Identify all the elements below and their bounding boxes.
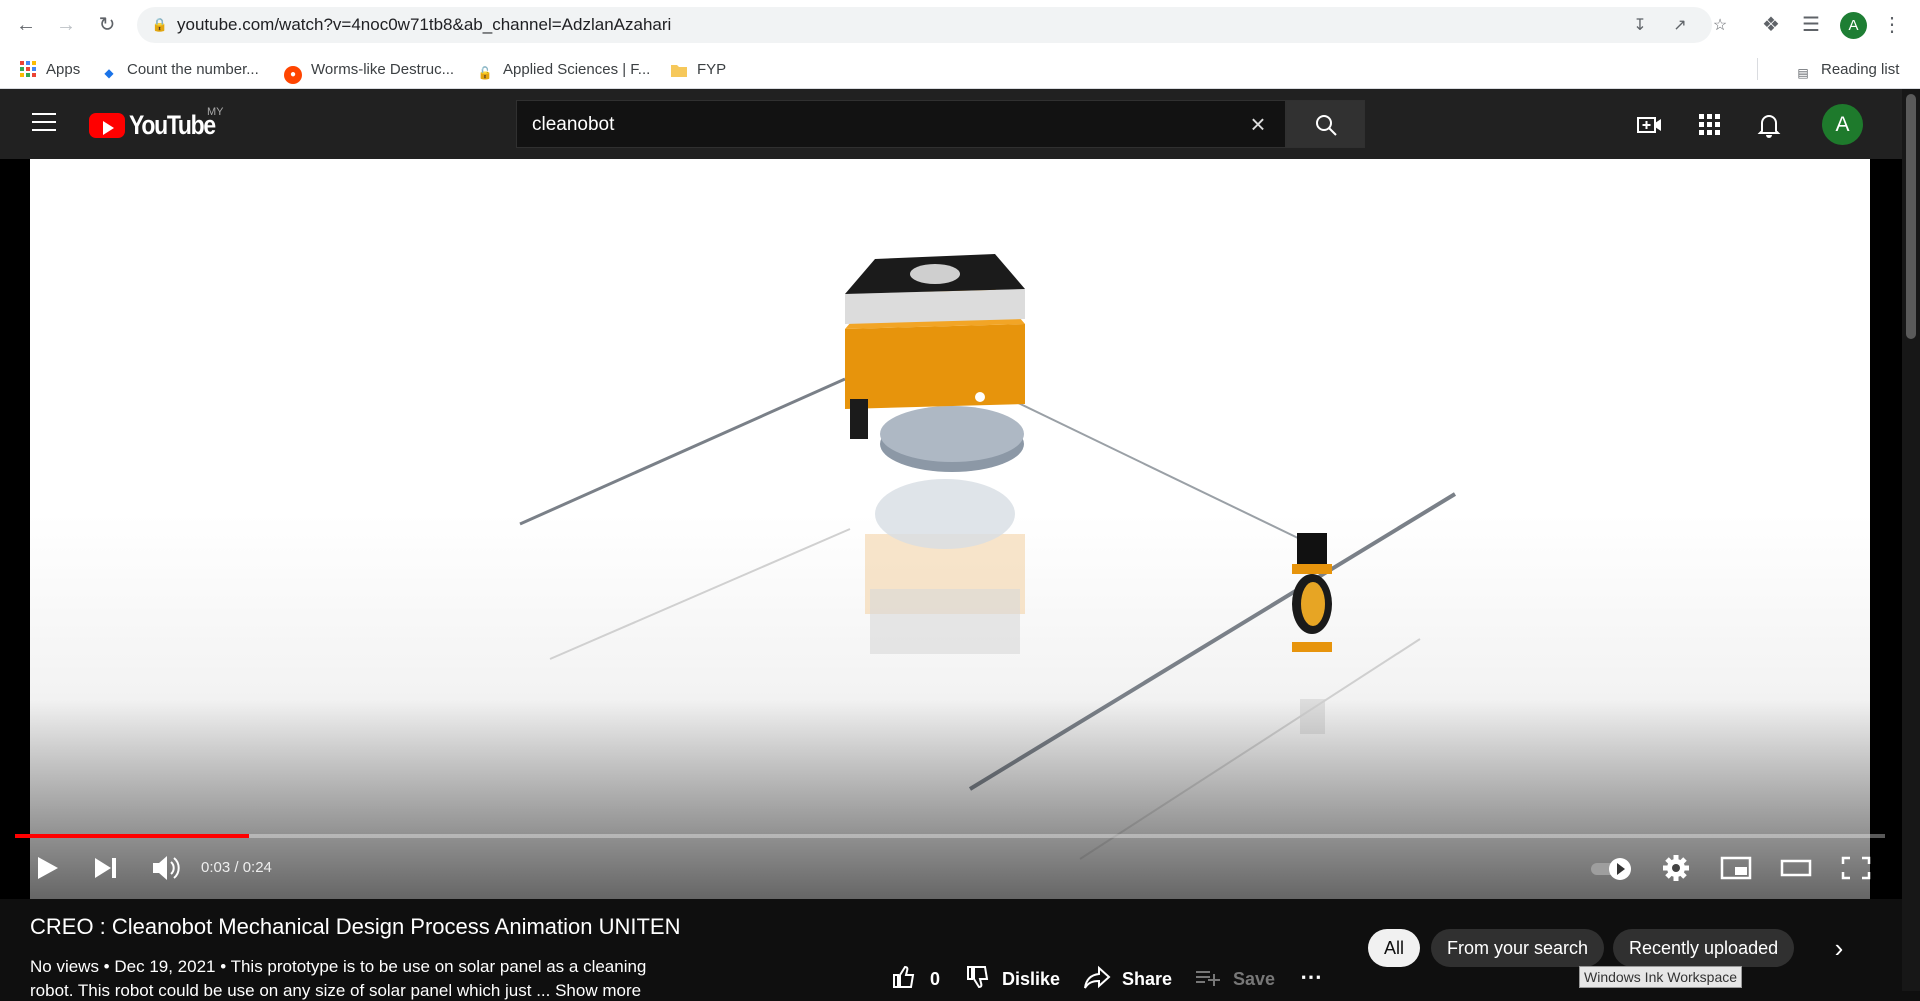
save-label: Save (1233, 969, 1276, 989)
search-input[interactable]: cleanobot × (516, 100, 1286, 148)
divider (1757, 58, 1758, 80)
reddit-icon: ● (284, 66, 302, 84)
play-button[interactable] (30, 848, 66, 888)
menu-icon[interactable] (32, 113, 56, 133)
progress-played (15, 834, 249, 838)
region-code: MY (207, 106, 224, 118)
bookmark-label: Apps (46, 61, 81, 78)
lock-icon: 🔓 (477, 66, 493, 80)
save-button[interactable]: Save (1194, 964, 1275, 994)
bookmark-count-number[interactable]: ◆ Count the number... (100, 59, 259, 81)
apps-icon[interactable] (1697, 112, 1723, 138)
install-icon[interactable]: ↧ (1629, 15, 1651, 37)
bookmark-applied-sciences[interactable]: 🔓 Applied Sciences | F... (476, 59, 651, 81)
bookmark-fyp[interactable]: FYP (670, 59, 726, 81)
fullscreen-button[interactable] (1838, 848, 1874, 888)
playlist-add-icon (1196, 971, 1220, 986)
tooltip: Windows Ink Workspace (1579, 966, 1743, 988)
dislike-label: Dislike (1002, 969, 1061, 989)
reload-icon[interactable]: ↻ (95, 13, 119, 37)
miniplayer-button[interactable] (1718, 848, 1754, 888)
reading-list-label: Reading list (1821, 61, 1900, 78)
bookmark-label: Count the number... (127, 61, 259, 78)
share-label: Share (1122, 969, 1173, 989)
progress-bar[interactable] (15, 834, 1885, 838)
back-arrow-icon[interactable]: ← (14, 13, 38, 37)
clear-search-icon[interactable]: × (1245, 111, 1271, 137)
next-button[interactable] (88, 848, 124, 888)
extensions-puzzle-icon[interactable]: ❖ (1759, 13, 1783, 37)
forward-arrow-icon[interactable]: → (54, 13, 78, 37)
bookmark-label: FYP (697, 61, 727, 78)
autoplay-toggle[interactable] (1589, 848, 1633, 888)
settings-button[interactable] (1658, 848, 1694, 888)
time-display: 0:03 / 0:24 (201, 859, 272, 876)
bookmark-apps[interactable]: Apps (19, 59, 80, 81)
media-queue-icon[interactable]: ☰ (1799, 13, 1823, 37)
address-bar[interactable]: 🔒 youtube.com/watch?v=4noc0w71tb8&ab_cha… (137, 7, 1727, 43)
lock-icon[interactable]: 🔒 (151, 16, 169, 34)
miniplayer-icon (1720, 856, 1752, 880)
account-avatar[interactable]: A (1822, 104, 1863, 145)
volume-icon (153, 856, 180, 880)
bookmark-label: Applied Sciences | F... (503, 61, 651, 78)
browser-toolbar: ← → ↻ 🔒 youtube.com/watch?v=4noc0w71tb8&… (0, 0, 1920, 50)
chip-from-your-search[interactable]: From your search (1431, 929, 1605, 967)
url-text[interactable]: youtube.com/watch?v=4noc0w71tb8&ab_chann… (177, 16, 671, 34)
browser-chrome: ← → ↻ 🔒 youtube.com/watch?v=4noc0w71tb8&… (0, 0, 1920, 89)
video-frame[interactable] (30, 159, 1870, 899)
bookmark-label: Worms-like Destruc... (311, 61, 455, 78)
theater-mode-icon (1780, 859, 1812, 877)
autoplay-toggle-icon (1591, 858, 1631, 880)
diamond-icon: ◆ (104, 66, 114, 80)
share-button[interactable]: Share (1083, 964, 1172, 994)
more-actions-icon[interactable]: ⋯ (1300, 964, 1322, 994)
chip-all[interactable]: All (1368, 929, 1421, 967)
folder-icon (670, 63, 688, 81)
share-icon (1084, 965, 1111, 989)
theater-mode-button[interactable] (1778, 848, 1814, 888)
page-scrollbar[interactable] (1902, 89, 1920, 991)
video-title: CREO : Cleanobot Mechanical Design Proce… (30, 914, 681, 939)
share-page-icon[interactable]: ↗ (1669, 15, 1691, 37)
video-description[interactable]: robot. This robot could be use on any si… (30, 981, 641, 1001)
play-icon (38, 857, 58, 879)
video-player[interactable]: 0:03 / 0:24 (0, 159, 1902, 899)
chip-recently-uploaded[interactable]: Recently uploaded (1613, 929, 1795, 967)
volume-button[interactable] (148, 848, 184, 888)
apps-grid-icon (19, 61, 37, 79)
video-metadata[interactable]: No views • Dec 19, 2021 • This prototype… (30, 957, 646, 977)
chevron-right-icon[interactable]: › (1824, 932, 1854, 964)
reading-list[interactable]: ▤ Reading list (1794, 59, 1899, 81)
like-button[interactable]: 0 (891, 964, 940, 994)
bookmarks-bar: Apps ◆ Count the number... ● Worms-like De… (0, 50, 1920, 89)
like-count: 0 (930, 969, 941, 989)
youtube-header: YouTube MY cleanobot × A (0, 89, 1902, 159)
bookmark-star-icon[interactable]: ☆ (1709, 15, 1731, 37)
notifications-bell-icon[interactable] (1756, 112, 1782, 138)
browser-profile-avatar[interactable]: A (1840, 12, 1867, 39)
more-vertical-icon[interactable]: ⋮ (1880, 13, 1904, 37)
dislike-button[interactable]: Dislike (965, 964, 1060, 994)
search-value: cleanobot (532, 114, 615, 135)
fullscreen-icon (1841, 856, 1871, 880)
logo-text: YouTube (129, 110, 216, 140)
thumbs-down-icon (967, 966, 989, 989)
skip-next-icon (95, 858, 116, 878)
bookmark-worms[interactable]: ● Worms-like Destruc... (284, 59, 455, 84)
search-icon (1316, 115, 1337, 136)
reading-list-icon: ▤ (1797, 66, 1809, 80)
scrollbar-thumb[interactable] (1906, 94, 1916, 339)
create-video-icon[interactable] (1637, 112, 1663, 138)
youtube-play-logo-icon (89, 113, 125, 138)
search-button[interactable] (1286, 100, 1365, 148)
thumbs-up-icon (893, 965, 915, 988)
gear-icon (1663, 855, 1689, 881)
